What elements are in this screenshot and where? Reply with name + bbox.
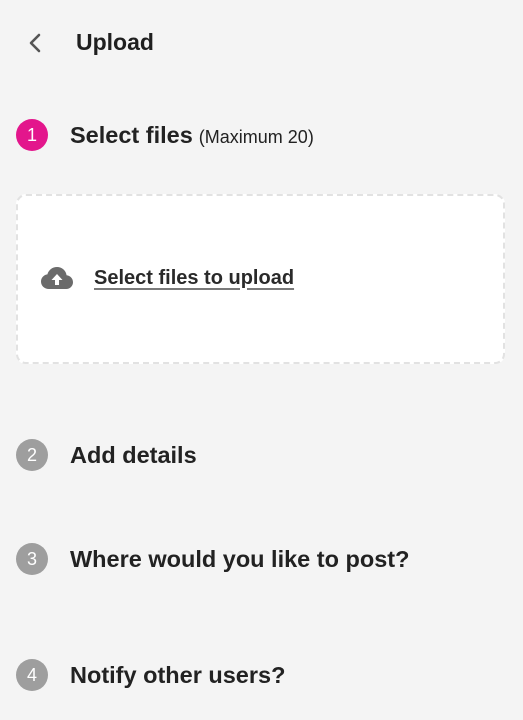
step-where-to-post: 3 Where would you like to post? [16, 543, 409, 575]
step-title: Select files (Maximum 20) [70, 122, 314, 149]
step-number-badge: 1 [16, 119, 48, 151]
step-number-badge: 2 [16, 439, 48, 471]
step-title: Notify other users? [70, 661, 286, 688]
select-files-link[interactable]: Select files to upload [40, 264, 294, 292]
chevron-left-icon [29, 33, 41, 53]
step-subtitle: (Maximum 20) [198, 126, 314, 147]
step-title: Where would you like to post? [70, 545, 410, 572]
step-select-files: 1 Select files (Maximum 20) [16, 119, 314, 151]
upload-page: Upload 1 Select files (Maximum 20) Select… [0, 0, 523, 720]
select-files-label: Select files to upload [94, 266, 295, 289]
step-add-details: 2 Add details [16, 439, 197, 471]
step-number-badge: 4 [16, 659, 48, 691]
back-button[interactable] [18, 26, 52, 60]
step-title: Add details [70, 441, 197, 468]
page-title: Upload [76, 29, 154, 55]
cloud-upload-icon [40, 264, 74, 292]
step-number-badge: 3 [16, 543, 48, 575]
file-dropzone[interactable]: Select files to upload [16, 194, 505, 364]
header: Upload [0, 0, 523, 84]
step-title-text: Select files [70, 121, 193, 148]
step-notify-users: 4 Notify other users? [16, 659, 285, 691]
